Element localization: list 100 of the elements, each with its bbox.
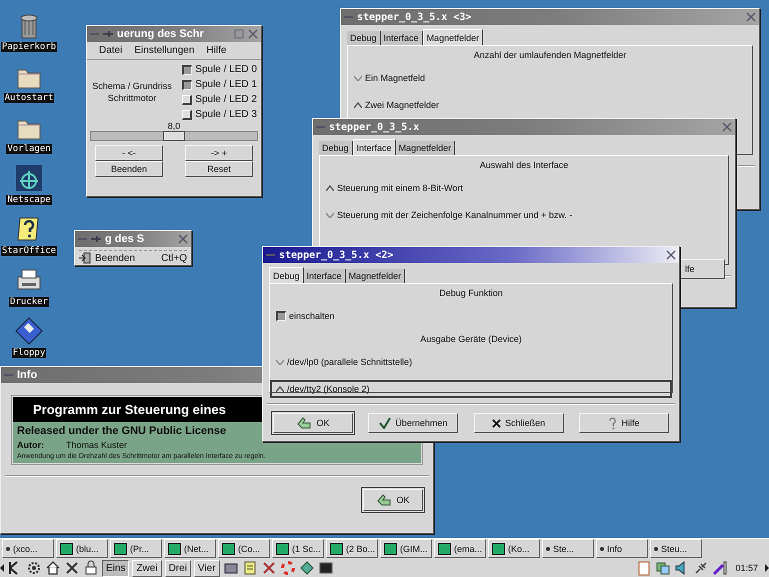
section-heading: Debug Funktion <box>439 288 503 298</box>
push-button[interactable]: - <- <box>95 145 163 161</box>
hand-icon <box>296 416 312 430</box>
desktop-icon-label[interactable]: Netscape <box>6 195 52 205</box>
taskbar-button[interactable]: (ema... <box>434 539 486 558</box>
checkbox-label[interactable]: Spule / LED 3 <box>195 109 257 120</box>
checkbox[interactable] <box>182 80 192 90</box>
tab[interactable]: Magnetfelder <box>346 269 406 283</box>
desktop-switch-button[interactable]: Zwei <box>132 560 162 576</box>
help-icon <box>608 416 618 430</box>
tab[interactable]: Interface <box>380 31 423 45</box>
home-icon[interactable] <box>45 560 61 576</box>
tab[interactable]: Debug <box>319 141 353 155</box>
section-heading: Ausgabe Geräte (Device) <box>420 334 522 344</box>
plug-icon[interactable] <box>693 560 710 576</box>
push-button[interactable]: Schließen <box>474 413 564 433</box>
scroll-right-icon[interactable] <box>765 564 769 572</box>
push-button[interactable]: OK <box>273 413 353 433</box>
taskbar-button[interactable]: Info <box>596 539 648 558</box>
desktop-icon-label[interactable]: Floppy <box>12 348 46 358</box>
checkbox-label[interactable]: Spule / LED 1 <box>195 79 257 90</box>
taskbar-button[interactable]: (Net... <box>164 539 216 558</box>
desktop-icon-label[interactable]: Vorlagen <box>6 144 52 154</box>
clock: 01:57 <box>734 563 759 573</box>
menu-item[interactable]: Hilfe <box>206 45 226 56</box>
radio-indicator[interactable] <box>326 185 334 191</box>
hand-icon <box>376 493 392 507</box>
scroll-left-icon[interactable] <box>0 564 4 572</box>
lifebuoy-icon[interactable] <box>280 560 296 576</box>
desktop-icon-label[interactable]: StarOffice <box>0 246 58 256</box>
radio-indicator[interactable] <box>326 212 334 218</box>
radio-indicator[interactable] <box>276 359 284 365</box>
desktop-switch-button[interactable]: Eins <box>102 560 130 576</box>
editor-icon[interactable] <box>242 560 258 576</box>
taskbar-button[interactable]: (1 Sc... <box>272 539 324 558</box>
tab[interactable]: Magnetfelder <box>396 141 456 155</box>
push-button[interactable]: Beenden <box>95 161 163 177</box>
ok-button[interactable]: OK <box>363 489 423 511</box>
taskbar-button[interactable]: Steu... <box>650 539 702 558</box>
taskbar-button[interactable]: Ste... <box>542 539 594 558</box>
section-heading: Auswahl des Interface <box>480 160 568 170</box>
desktop-icon-label[interactable]: Drucker <box>9 297 49 307</box>
desktop-switch-button[interactable]: Drei <box>164 560 191 576</box>
push-button[interactable]: Reset <box>185 161 253 177</box>
checkbox-label[interactable]: Spule / LED 2 <box>195 94 257 105</box>
desktop-icon-label[interactable]: Autostart <box>4 93 54 103</box>
checkbox[interactable] <box>276 311 286 321</box>
tab[interactable]: Debug <box>347 31 381 45</box>
tab[interactable]: Magnetfelder <box>422 29 484 45</box>
window-title: uerung des Schr <box>117 28 205 40</box>
radio-option[interactable]: Zwei Magnetfelder <box>348 96 752 114</box>
checkmark-icon <box>379 417 392 429</box>
clipboard-icon[interactable] <box>636 560 652 576</box>
slider-thumb[interactable] <box>163 131 185 141</box>
radio-option[interactable]: Steuerung mit der Zeichenfolge Kanalnummer und + bzw. - <box>320 206 728 224</box>
window-title: stepper_0_3_5.x <3> <box>357 12 472 22</box>
pen-icon[interactable] <box>712 560 728 576</box>
banner-title: Programm zur Steuerung eines <box>33 402 226 417</box>
menu-item[interactable]: Beenden Ctl+Q <box>75 251 191 265</box>
radio-indicator[interactable] <box>354 75 362 81</box>
tab[interactable]: Debug <box>269 267 304 283</box>
window-title: g des S <box>105 233 146 245</box>
push-button[interactable]: Übernehmen <box>368 413 458 433</box>
taskbar-button[interactable]: (Pr... <box>110 539 162 558</box>
taskbar-button[interactable]: (blu... <box>56 539 108 558</box>
close-icon <box>492 418 502 428</box>
menu-item[interactable]: Datei <box>99 45 122 56</box>
exit-icon <box>79 252 91 264</box>
desktop-icon-label[interactable]: Papierkorb <box>0 42 58 52</box>
terminal-icon[interactable] <box>318 560 334 576</box>
radio-indicator[interactable] <box>276 386 284 392</box>
radio-indicator[interactable] <box>354 102 362 108</box>
desktop-switch-button[interactable]: Vier <box>194 560 220 576</box>
radio-option[interactable]: /dev/lp0 (parallele Schnittstelle) <box>270 353 672 371</box>
radio-option[interactable]: /dev/tty2 (Konsole 2) <box>270 380 672 398</box>
push-button[interactable]: -> + <box>185 145 253 161</box>
checkbox[interactable] <box>182 64 192 74</box>
lock-icon[interactable] <box>83 560 99 576</box>
tab[interactable]: Interface <box>304 269 346 283</box>
checkbox-label[interactable]: Spule / LED 0 <box>195 64 257 75</box>
close-icon[interactable] <box>666 250 676 260</box>
slider-track[interactable] <box>90 131 258 141</box>
menu-item[interactable]: Einstellungen <box>134 45 194 56</box>
network-icon[interactable] <box>655 560 672 576</box>
taskbar-button[interactable]: (2 Bo... <box>326 539 378 558</box>
taskbar-button[interactable]: (Co... <box>218 539 270 558</box>
checkbox-label[interactable]: einschalten <box>289 311 335 321</box>
radio-option[interactable]: Ein Magnetfeld <box>348 69 752 87</box>
taskbar-button[interactable]: (xco... <box>2 539 54 558</box>
taskbar-button[interactable]: (Ko... <box>488 539 540 558</box>
window-title: stepper_0_3_5.x <2> <box>279 250 394 260</box>
gear-icon[interactable] <box>26 560 42 576</box>
push-button[interactable]: Hilfe <box>578 413 669 433</box>
section-heading: Anzahl der umlaufenden Magnetfelder <box>474 50 626 60</box>
author-name: Thomas Kuster <box>66 440 128 450</box>
radio-option[interactable]: Steuerung mit einem 8-Bit-Wort <box>320 179 728 197</box>
tab[interactable]: Interface <box>352 139 396 155</box>
taskbar-button[interactable]: (GIM... <box>380 539 432 558</box>
push-button[interactable]: lfe <box>680 259 725 279</box>
window-title: stepper_0_3_5.x <box>329 122 420 132</box>
